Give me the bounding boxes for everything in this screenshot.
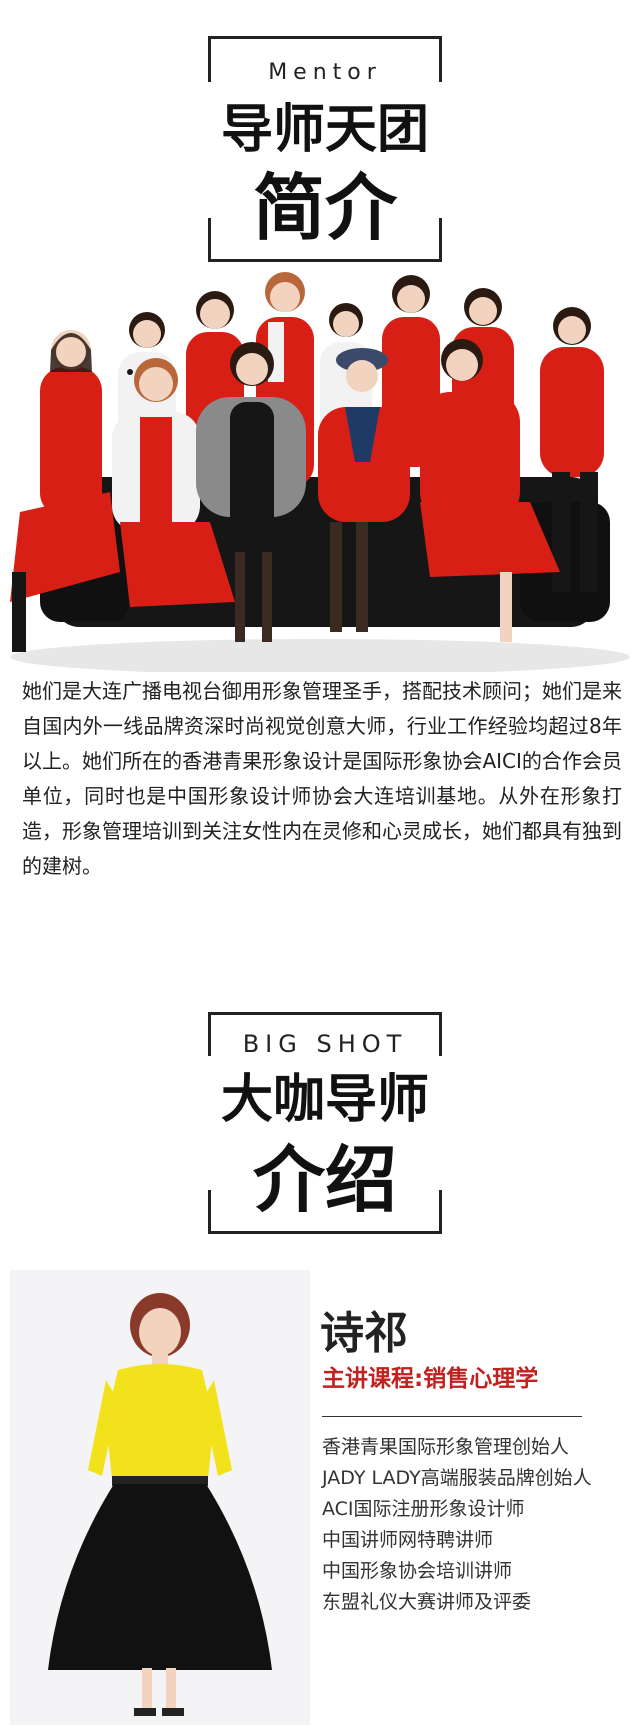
mentor-photo xyxy=(10,1270,310,1725)
credential-item: 东盟礼仪大赛讲师及评委 xyxy=(322,1591,532,1613)
section1-title-line2: 简介 xyxy=(252,166,397,250)
section1-en-label: Mentor xyxy=(268,60,382,85)
mentor-divider xyxy=(322,1416,582,1417)
mentor-credentials: 香港青果国际形象管理创始人 JADY LADY高端服装品牌创始人 ACI国际注册… xyxy=(322,1432,592,1618)
credential-item: 中国形象协会培训讲师 xyxy=(322,1560,513,1582)
group-photo xyxy=(0,272,640,672)
credential-item: JADY LADY高端服装品牌创始人 xyxy=(322,1467,592,1489)
section2-title-line1: 大咖导师 xyxy=(220,1070,429,1130)
section1-title-line1: 导师天团 xyxy=(220,100,429,160)
section1-heading: Mentor 导师天团 简介 xyxy=(208,36,442,262)
credential-item: 中国讲师网特聘讲师 xyxy=(322,1529,494,1551)
credential-item: 香港青果国际形象管理创始人 xyxy=(322,1436,570,1458)
mentor-illustration xyxy=(48,1293,272,1716)
credential-item: ACI国际注册形象设计师 xyxy=(322,1498,525,1520)
group-photo-illustration xyxy=(10,272,630,672)
mentor-name: 诗祁 xyxy=(320,1308,408,1359)
team-description: 她们是大连广播电视台御用形象管理圣手，搭配技术顾问；她们是来自国内外一线品牌资深… xyxy=(22,679,622,878)
section2-heading: BIG SHOT 大咖导师 介绍 xyxy=(208,1012,442,1234)
section2-en-label: BIG SHOT xyxy=(242,1030,408,1058)
section2-title-line2: 介绍 xyxy=(252,1138,397,1222)
mentor-course: 主讲课程:销售心理学 xyxy=(322,1366,539,1392)
